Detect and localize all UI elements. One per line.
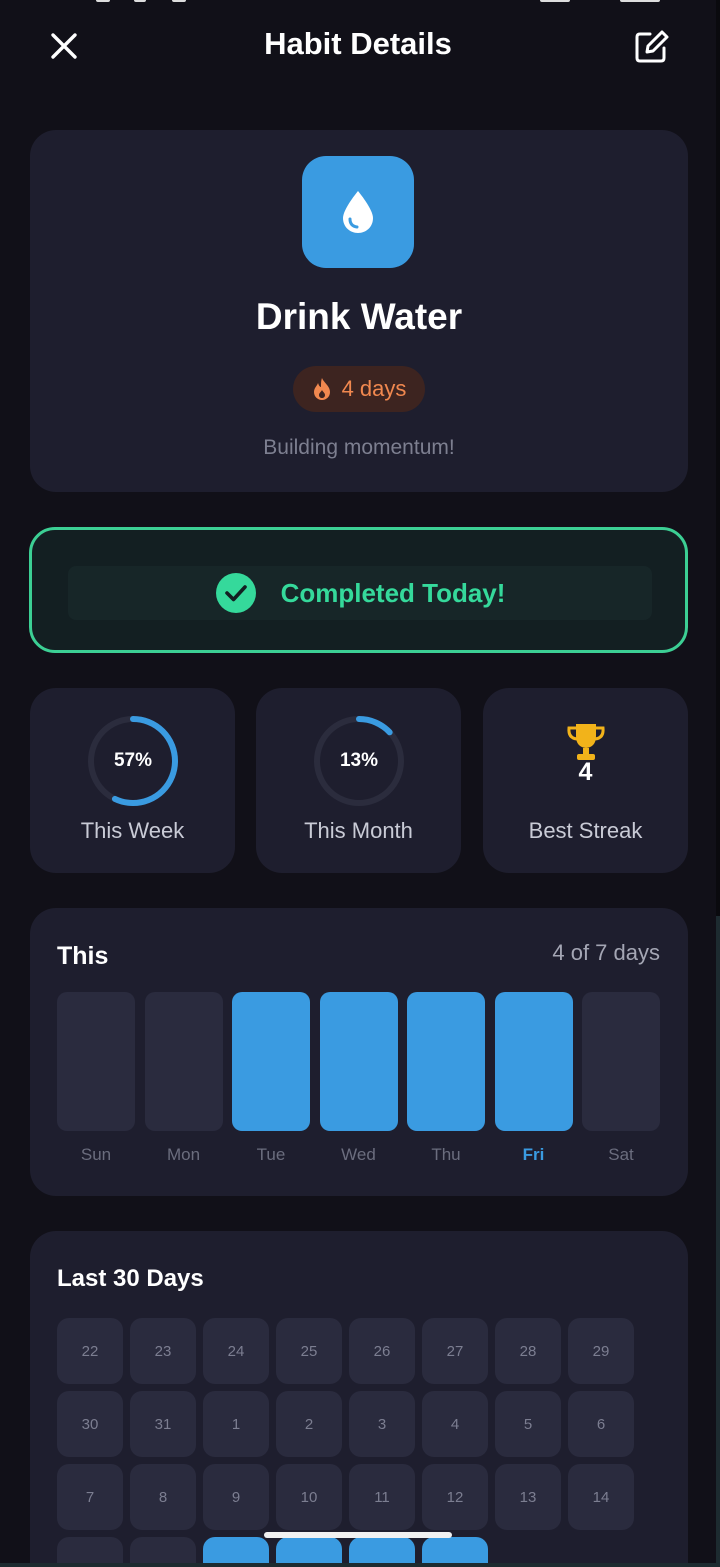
home-indicator[interactable] — [264, 1532, 452, 1538]
day-label: Mon — [166, 1145, 201, 1164]
day-cell[interactable] — [203, 1537, 269, 1563]
last-30-days-card: Last 30 Days 22 23 24 25 26 27 28 29 30 31 1 2 3 4 5 6 7… — [30, 1231, 688, 1563]
day-cell[interactable]: 29 — [568, 1318, 634, 1384]
month-percent: 13% — [339, 750, 379, 771]
window-edge — [716, 0, 720, 916]
month-stat-card: 13% This Month — [256, 688, 461, 873]
day-cell[interactable]: 23 — [130, 1318, 196, 1384]
day-bar-thu[interactable] — [407, 992, 485, 1131]
day-cell[interactable]: 8 — [130, 1464, 196, 1530]
week-day-bars: Sun Mon Tue Wed Thu Fri Sat — [30, 908, 688, 1196]
day-label: Wed — [341, 1145, 376, 1164]
day-cell[interactable]: 25 — [276, 1318, 342, 1384]
best-streak-label: Best Streak — [528, 818, 643, 843]
best-streak-value: 4 — [578, 758, 593, 786]
day-cell[interactable] — [276, 1537, 342, 1563]
streak-text: 4 days — [341, 376, 407, 401]
completion-banner: Completed Today! — [68, 566, 652, 620]
day-cell[interactable]: 6 — [568, 1391, 634, 1457]
month-stat-label: This Month — [304, 818, 413, 843]
day-cell[interactable]: 27 — [422, 1318, 488, 1384]
day-cell[interactable]: 11 — [349, 1464, 415, 1530]
day-cell[interactable]: 31 — [130, 1391, 196, 1457]
motivation-text: Building momentum! — [263, 436, 455, 459]
last-30-days-title: Last 30 Days — [57, 1265, 204, 1292]
week-stat-card: 57% This Week — [30, 688, 235, 873]
edit-icon — [635, 30, 669, 63]
day-cell[interactable]: 2 — [276, 1391, 342, 1457]
day-cell[interactable] — [130, 1537, 196, 1563]
week-stat-label: This Week — [80, 818, 185, 843]
window-edge — [716, 916, 720, 1567]
habit-name: Drink Water — [255, 296, 463, 337]
day-label: Sun — [80, 1145, 112, 1164]
day-cell[interactable]: 9 — [203, 1464, 269, 1530]
day-cell[interactable]: 22 — [57, 1318, 123, 1384]
day-label: Sat — [608, 1145, 634, 1164]
day-cell[interactable]: 5 — [495, 1391, 561, 1457]
day-cell[interactable] — [57, 1537, 123, 1563]
day-cell[interactable] — [422, 1537, 488, 1563]
day-label: Fri — [522, 1145, 545, 1164]
day-cell[interactable] — [349, 1537, 415, 1563]
status-bar-icon — [172, 0, 186, 2]
status-bar-icon — [96, 0, 110, 2]
completion-status[interactable]: Completed Today! — [29, 527, 688, 653]
day-cell[interactable]: 28 — [495, 1318, 561, 1384]
day-cell[interactable]: 14 — [568, 1464, 634, 1530]
signal-icon — [540, 0, 570, 2]
day-cell[interactable]: 30 — [57, 1391, 123, 1457]
habit-summary-card: Drink Water 4 days Building momentum! — [30, 130, 688, 492]
screen: Habit Details Drink Water 4 days Buildin… — [0, 0, 716, 1563]
day-cell[interactable]: 1 — [203, 1391, 269, 1457]
day-cell[interactable]: 10 — [276, 1464, 342, 1530]
completion-text: Completed Today! — [280, 577, 506, 608]
check-circle-icon — [215, 573, 256, 613]
day-cell[interactable]: 26 — [349, 1318, 415, 1384]
day-cell[interactable]: 13 — [495, 1464, 561, 1530]
streak-badge: 4 days — [293, 366, 425, 412]
day-bar-fri[interactable] — [494, 992, 573, 1131]
day-label: Tue — [256, 1145, 286, 1164]
trophy-icon — [567, 724, 605, 760]
best-streak-card: 4 Best Streak — [483, 688, 688, 873]
day-bar-sat[interactable] — [582, 992, 660, 1131]
habit-icon-tile — [302, 156, 414, 268]
water-drop-icon — [343, 191, 373, 233]
day-label: Thu — [431, 1145, 461, 1164]
day-cell[interactable]: 7 — [57, 1464, 123, 1530]
window-edge — [0, 1563, 720, 1567]
day-bar-mon[interactable] — [144, 992, 223, 1131]
day-cell[interactable]: 24 — [203, 1318, 269, 1384]
day-cell[interactable]: 12 — [422, 1464, 488, 1530]
day-bar-wed[interactable] — [319, 992, 398, 1131]
day-bar-tue[interactable] — [232, 992, 310, 1131]
week-overview-card: This 4 of 7 days Sun Mon Tue Wed Thu Fri Sat — [30, 908, 688, 1196]
week-percent: 57% — [113, 750, 153, 771]
flame-icon — [313, 378, 330, 400]
day-bar-sun[interactable] — [57, 992, 135, 1131]
day-cell[interactable]: 3 — [349, 1391, 415, 1457]
edit-button[interactable] — [632, 28, 670, 66]
status-bar-icon — [134, 0, 146, 2]
battery-icon — [620, 0, 660, 2]
page-title: Habit Details — [264, 26, 452, 61]
day-cell[interactable]: 4 — [422, 1391, 488, 1457]
